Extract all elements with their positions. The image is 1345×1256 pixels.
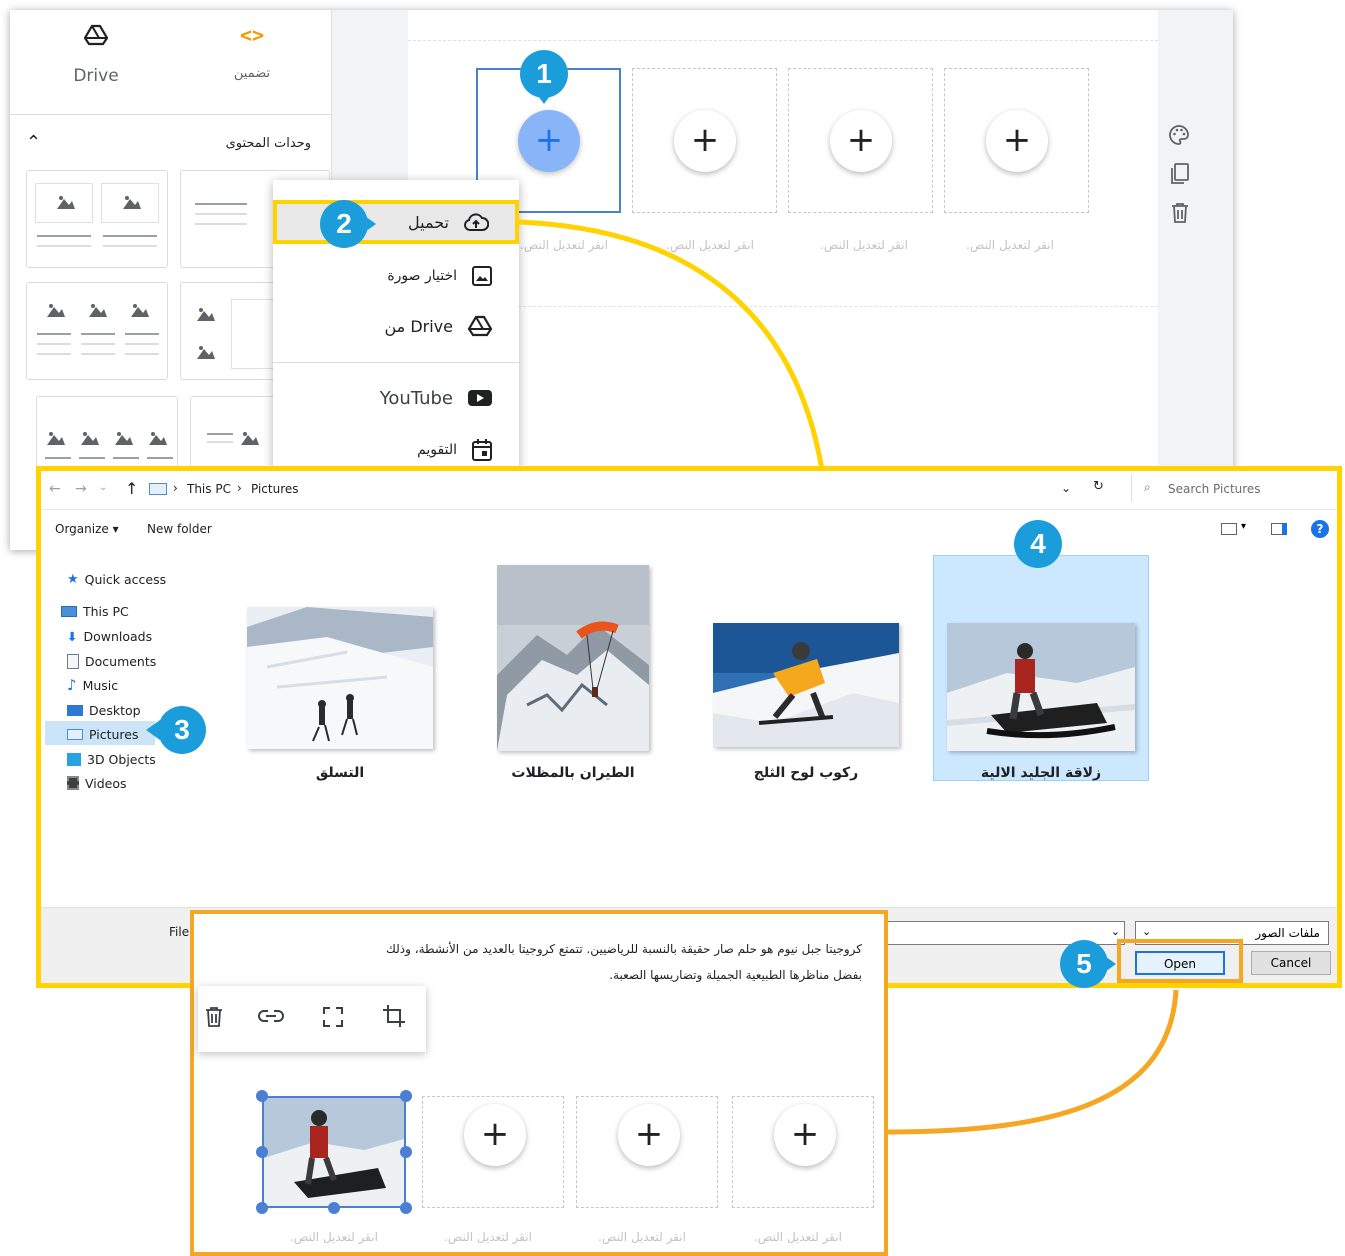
fullscreen-icon[interactable] bbox=[322, 1006, 344, 1028]
add-image-button[interactable]: + bbox=[464, 1104, 526, 1166]
resize-handle[interactable] bbox=[400, 1146, 412, 1158]
resize-handle[interactable] bbox=[400, 1090, 412, 1102]
resize-handle[interactable] bbox=[256, 1146, 268, 1158]
image-toolbar bbox=[198, 986, 426, 1052]
resize-handle[interactable] bbox=[256, 1202, 268, 1214]
caption-placeholder[interactable]: انقر لتعديل النص. bbox=[754, 1230, 842, 1244]
caption-placeholder[interactable]: انقر لتعديل النص. bbox=[444, 1230, 532, 1244]
resize-handle[interactable] bbox=[400, 1202, 412, 1214]
paragraph-line-1: كروجيتا جبل نيوم هو حلم صار حقيقة بالنسب… bbox=[386, 942, 862, 956]
add-image-button[interactable]: + bbox=[774, 1104, 836, 1166]
page-paragraph[interactable]: كروجيتا جبل نيوم هو حلم صار حقيقة بالنسب… bbox=[262, 936, 862, 988]
resize-handle[interactable] bbox=[256, 1090, 268, 1102]
crop-icon[interactable] bbox=[382, 1004, 406, 1028]
result-preview: كروجيتا جبل نيوم هو حلم صار حقيقة بالنسب… bbox=[190, 910, 888, 1256]
paragraph-line-2: بفضل مناظرها الطبيعية الجميلة وتضاريسها … bbox=[609, 968, 862, 982]
inserted-image[interactable] bbox=[262, 1096, 406, 1208]
caption-placeholder[interactable]: انقر لتعديل النص. bbox=[598, 1230, 686, 1244]
caption-placeholder[interactable]: انقر لتعديل النص. bbox=[290, 1230, 378, 1244]
link-icon[interactable] bbox=[258, 1008, 284, 1024]
add-image-button[interactable]: + bbox=[618, 1104, 680, 1166]
delete-icon[interactable] bbox=[204, 1006, 224, 1028]
resize-handle[interactable] bbox=[328, 1202, 340, 1214]
